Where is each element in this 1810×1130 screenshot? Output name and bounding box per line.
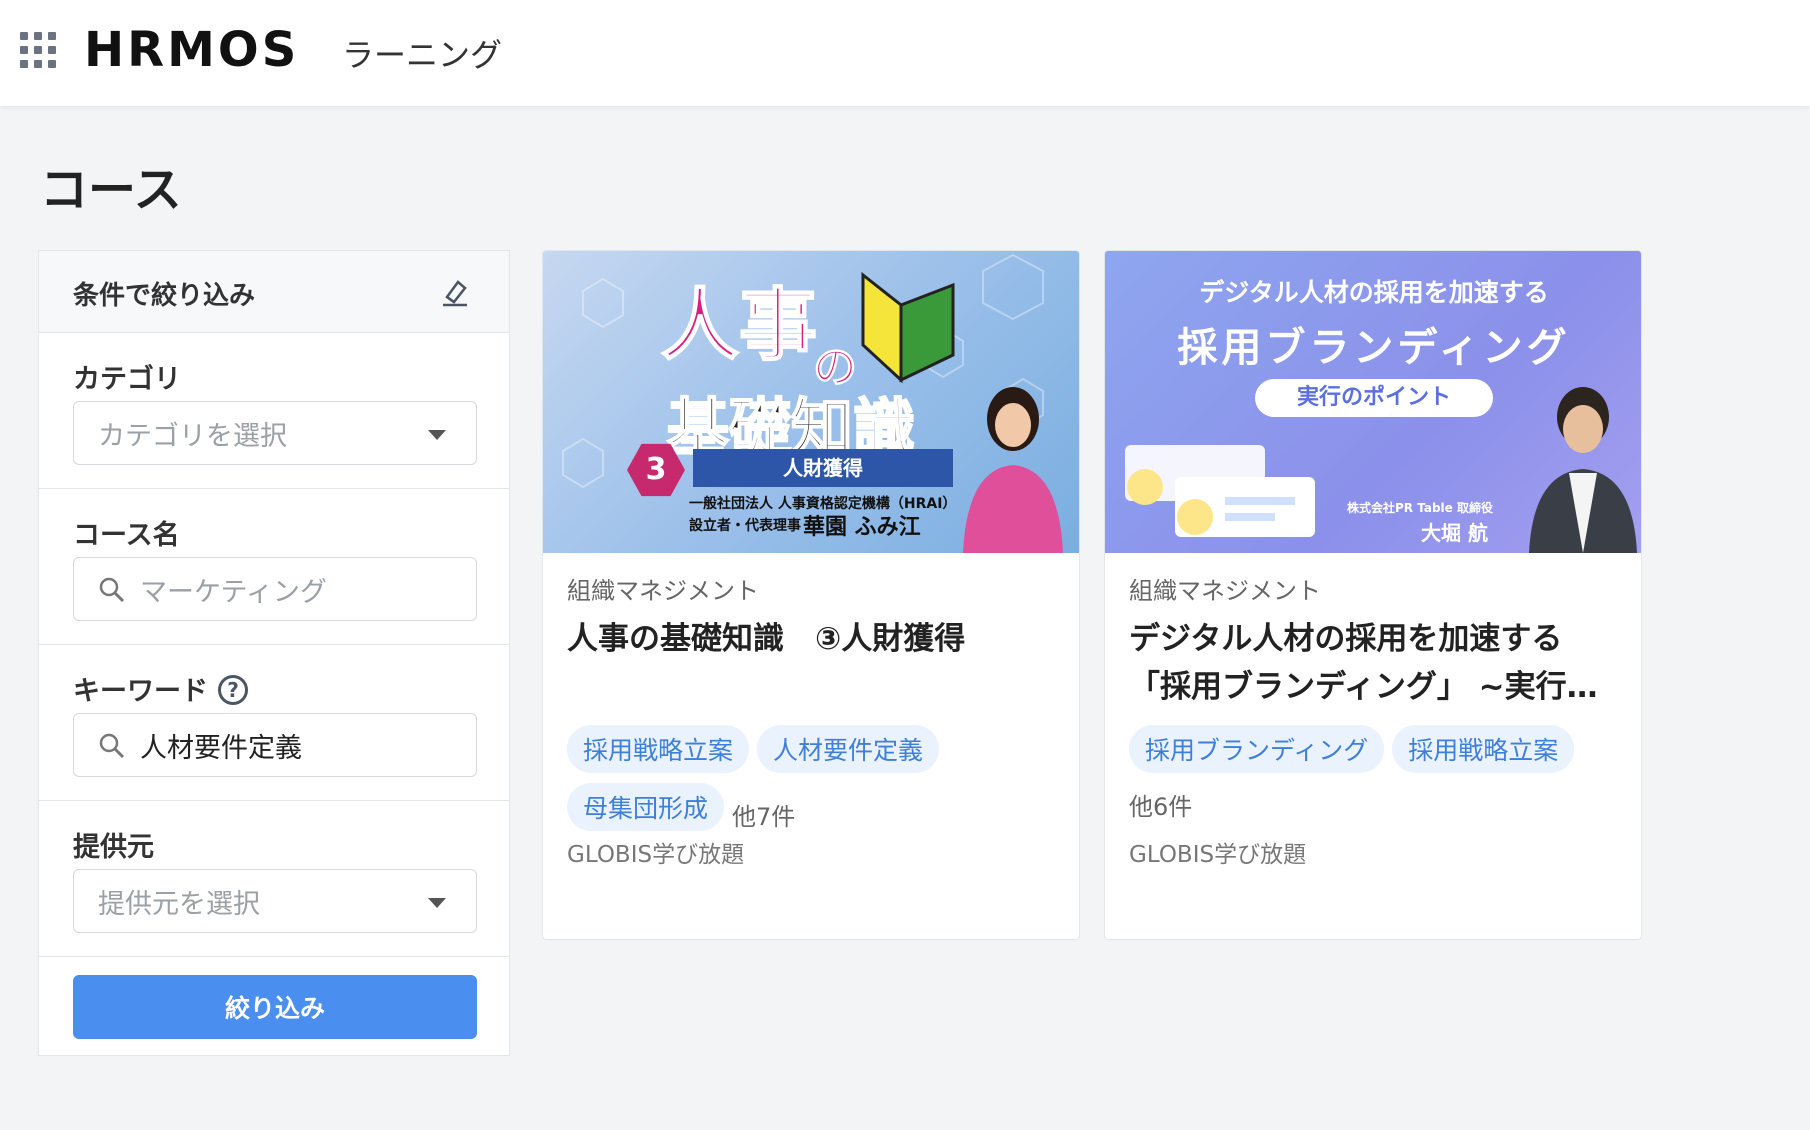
thumb-band: 人財獲得 <box>693 449 953 487</box>
course-name-section: コース名 マーケティング <box>39 489 509 645</box>
keyword-label-text: キーワード <box>73 676 208 707</box>
keyword-label: キーワード? <box>73 669 248 708</box>
page-title: コース <box>40 162 182 218</box>
course-card[interactable]: デジタル人材の採用を加速する 採用ブランディング 実行のポイント 株式会社PR … <box>1104 250 1642 940</box>
app-switcher-icon[interactable] <box>20 32 56 68</box>
provider-select[interactable]: 提供元を選択 <box>73 869 477 933</box>
provider-label: 提供元 <box>73 832 154 863</box>
keyword-input[interactable]: 人材要件定義 <box>73 713 477 777</box>
help-icon[interactable]: ? <box>218 674 248 705</box>
thumb-pill: 実行のポイント <box>1255 379 1493 417</box>
thumb-name: 華園 ふみ江 <box>803 515 921 540</box>
filter-header: 条件で絞り込み <box>39 251 509 333</box>
thumb-main-title: 採用ブランディング <box>1177 325 1571 371</box>
course-category: 組織マネジメント <box>1129 577 1321 605</box>
search-icon <box>99 577 125 603</box>
thumb-subtitle: デジタル人材の採用を加速する <box>1199 278 1549 307</box>
course-title[interactable]: デジタル人材の採用を加速する「採用ブランディング」 ~実行… <box>1129 615 1623 711</box>
filter-panel: 条件で絞り込み カテゴリ カテゴリを選択 コース名 マーケティング キーワード? <box>38 250 510 1056</box>
search-icon <box>99 733 125 759</box>
chevron-down-icon <box>428 898 446 908</box>
course-category: 組織マネジメント <box>567 577 759 605</box>
beginner-leaf-icon <box>861 271 955 384</box>
course-provider: GLOBIS学び放題 <box>567 842 745 868</box>
filter-title: 条件で絞り込み <box>73 281 256 311</box>
instructor-photo <box>963 387 1063 553</box>
course-thumbnail[interactable]: 人事 の 基礎知識 3 人財獲得 一般社団法人 人事資格認定機構（HRAI） 設… <box>543 251 1079 553</box>
thumb-role: 設立者・代表理事 <box>689 518 801 534</box>
chevron-down-icon <box>428 430 446 440</box>
keyword-value: 人材要件定義 <box>140 732 302 764</box>
profile-cards-illustration <box>1125 445 1315 537</box>
tag-list: 採用ブランディング 採用戦略立案 他6件 <box>1129 725 1623 822</box>
tag[interactable]: 母集団形成 <box>567 783 725 831</box>
course-name-input[interactable]: マーケティング <box>73 557 477 621</box>
logo[interactable]: HRMOS <box>84 22 299 78</box>
more-tags: 他6件 <box>1129 793 1193 821</box>
eraser-icon[interactable] <box>439 277 469 307</box>
instructor-photo <box>1529 387 1637 553</box>
tag[interactable]: 採用ブランディング <box>1129 725 1385 773</box>
thumb-name: 大堀 航 <box>1421 521 1488 545</box>
category-select[interactable]: カテゴリを選択 <box>73 401 477 465</box>
app-header: HRMOS ラーニング <box>0 0 1810 106</box>
course-card[interactable]: 人事 の 基礎知識 3 人財獲得 一般社団法人 人事資格認定機構（HRAI） 設… <box>542 250 1080 940</box>
course-thumbnail[interactable]: デジタル人材の採用を加速する 採用ブランディング 実行のポイント 株式会社PR … <box>1105 251 1641 553</box>
provider-placeholder: 提供元を選択 <box>98 888 260 920</box>
course-name-label: コース名 <box>73 520 180 551</box>
course-title[interactable]: 人事の基礎知識 ③人財獲得 <box>567 615 1061 663</box>
category-placeholder: カテゴリを選択 <box>98 420 287 452</box>
keyword-section: キーワード? 人材要件定義 <box>39 645 509 801</box>
thumb-company: 株式会社PR Table 取締役 <box>1347 501 1493 515</box>
category-section: カテゴリ カテゴリを選択 <box>39 333 509 489</box>
tag[interactable]: 人材要件定義 <box>757 725 940 773</box>
filter-submit-button[interactable]: 絞り込み <box>73 975 477 1039</box>
product-name: ラーニング <box>342 36 503 74</box>
tag[interactable]: 採用戦略立案 <box>1392 725 1575 773</box>
course-name-placeholder: マーケティング <box>140 576 327 608</box>
tag-list: 採用戦略立案 人材要件定義母集団形成 他7件 <box>567 725 1061 841</box>
tag[interactable]: 採用戦略立案 <box>567 725 750 773</box>
course-provider: GLOBIS学び放題 <box>1129 842 1307 868</box>
provider-section: 提供元 提供元を選択 <box>39 801 509 957</box>
category-label: カテゴリ <box>73 364 181 395</box>
thumb-line1: 人事 <box>660 280 818 372</box>
more-tags: 他7件 <box>732 803 796 831</box>
